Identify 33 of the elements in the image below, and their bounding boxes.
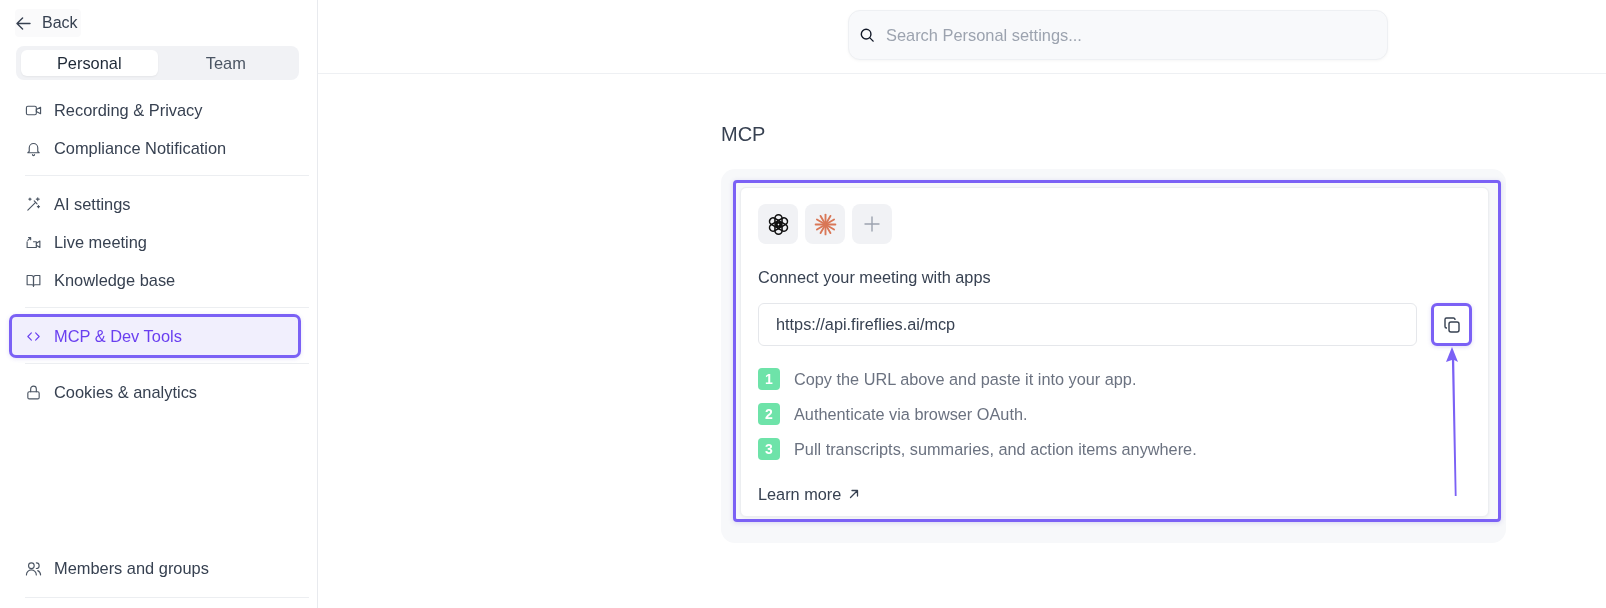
magic-wand-icon	[25, 195, 42, 213]
diagonal-arrow-icon	[849, 489, 860, 499]
sidebar-item[interactable]: AI settings	[12, 185, 298, 223]
tab[interactable]: Personal	[21, 50, 158, 76]
card-heading: Connect your meeting with apps	[758, 267, 992, 288]
copy-button[interactable]	[1431, 303, 1472, 346]
lock-icon	[25, 383, 42, 401]
knot-logo-icon[interactable]	[758, 204, 798, 244]
section-title: MCP	[721, 122, 766, 147]
starburst-icon[interactable]	[805, 204, 845, 244]
step-text: Pull transcripts, summaries, and action items anywhere.	[794, 439, 1197, 459]
step-text: Copy the URL above and paste it into your app.	[794, 369, 1137, 389]
users-icon	[25, 559, 42, 577]
search-icon	[860, 28, 874, 42]
sidebar-item[interactable]: Compliance Notification	[12, 129, 298, 167]
learn-more-link[interactable]: Learn more	[758, 483, 860, 505]
url-field[interactable]: https://api.fireflies.ai/mcp	[758, 303, 1417, 346]
sidebar-item[interactable]: Cookies & analytics	[12, 373, 298, 411]
step-number: 1	[758, 368, 780, 390]
tab[interactable]: Team	[157, 50, 294, 76]
back-button[interactable]: Back	[15, 9, 81, 37]
sidebar-item[interactable]: Recording & Privacy	[12, 91, 298, 129]
sidebar-item[interactable]: Live meeting	[12, 223, 298, 261]
step-text: Authenticate via browser OAuth.	[794, 404, 1028, 424]
sidebar-item[interactable]: Knowledge base	[12, 261, 298, 299]
arrow-left-icon	[16, 16, 31, 30]
plus-icon	[864, 216, 880, 232]
search-field[interactable]: Search Personal settings...	[848, 10, 1388, 60]
sidebar-item[interactable]: MCP & Dev Tools	[9, 314, 301, 358]
step-number: 2	[758, 403, 780, 425]
copy-icon	[1443, 316, 1460, 333]
step-number: 3	[758, 438, 780, 460]
sidebar-item[interactable]: Members and groups	[12, 549, 298, 587]
